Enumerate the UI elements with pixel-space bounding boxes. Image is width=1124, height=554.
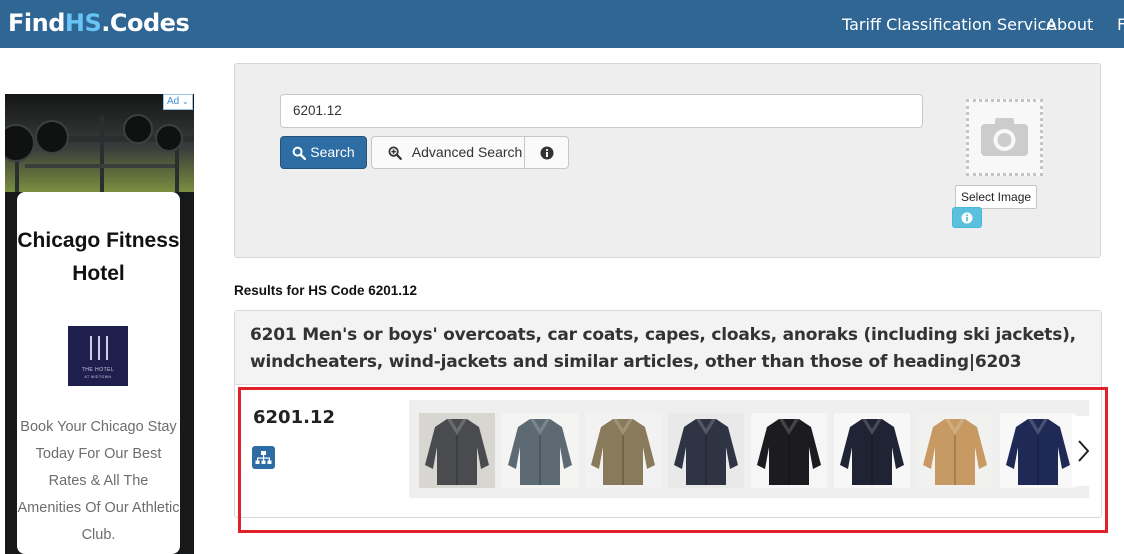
advanced-search-button[interactable]: Advanced Search xyxy=(371,136,525,169)
site-logo[interactable]: FindHS.Codes xyxy=(8,9,190,37)
result-heading[interactable]: 6201 Men's or boys' overcoats, car coats… xyxy=(250,322,1090,376)
ad-badge[interactable]: Ad ⌄ xyxy=(163,94,193,110)
hotel-logo: THE HOTEL AT MIDTOWN xyxy=(68,326,128,386)
hotel-logo-text: THE HOTEL xyxy=(81,367,115,373)
sidebar-advertisement[interactable]: Ad ⌄ Chicago Fitness Hotel THE HOTEL AT … xyxy=(5,94,194,554)
ad-title: Chicago Fitness Hotel xyxy=(17,229,180,285)
logo-find: Find xyxy=(8,9,65,37)
top-navbar: FindHS.Codes Tariff Classification Servi… xyxy=(0,0,1124,48)
advanced-search-label: Advanced Search xyxy=(411,144,523,160)
hotel-logo-mark-icon xyxy=(90,336,108,360)
zoom-in-icon xyxy=(388,146,402,161)
result-heading-bar: 6201 Men's or boys' overcoats, car coats… xyxy=(235,311,1101,385)
info-icon xyxy=(540,146,553,160)
hotel-logo-subtext: AT MIDTOWN xyxy=(84,375,112,379)
nav-truncated-item[interactable]: F xyxy=(1117,15,1124,34)
ad-body-text: Book Your Chicago Stay Today For Our Bes… xyxy=(17,419,180,543)
search-icon xyxy=(292,146,307,161)
logo-hs: HS xyxy=(64,9,102,37)
image-upload-dropzone[interactable] xyxy=(966,99,1043,176)
results-label: Results for HS Code 6201.12 xyxy=(234,283,418,298)
search-info-button[interactable] xyxy=(524,136,569,169)
search-input[interactable]: 6201.12 xyxy=(280,94,923,128)
logo-codes: .Codes xyxy=(101,9,190,37)
search-button-label: Search xyxy=(310,144,355,160)
nav-tariff-classification-service[interactable]: Tariff Classification Service xyxy=(842,15,1056,34)
nav-about[interactable]: About xyxy=(1046,15,1093,34)
highlight-box xyxy=(238,387,1108,533)
ad-card[interactable]: Chicago Fitness Hotel THE HOTEL AT MIDTO… xyxy=(17,192,180,554)
search-button[interactable]: Search xyxy=(280,136,367,169)
info-icon xyxy=(961,212,973,224)
image-info-button[interactable] xyxy=(952,207,982,228)
camera-icon xyxy=(981,118,1028,156)
search-panel: 6201.12 Search Advanced Search Select Im… xyxy=(234,63,1101,258)
select-image-button[interactable]: Select Image xyxy=(955,185,1038,209)
chevron-down-icon: ⌄ xyxy=(182,97,189,106)
ad-badge-label: Ad xyxy=(167,96,180,107)
